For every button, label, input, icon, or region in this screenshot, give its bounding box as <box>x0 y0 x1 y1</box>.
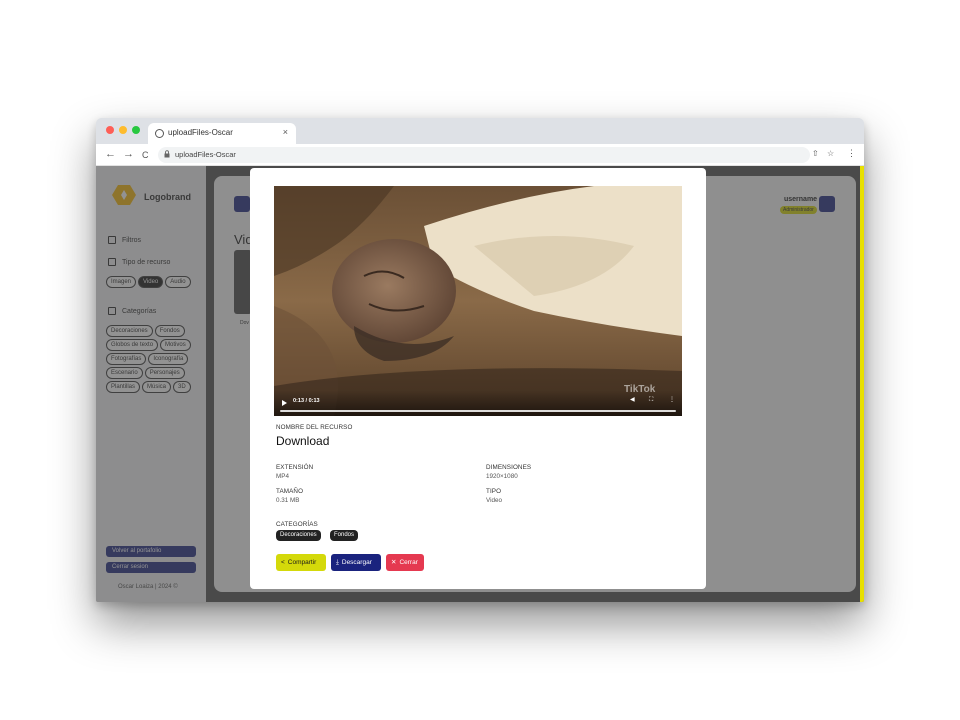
dimensions-label: DIMENSIONES <box>486 464 532 471</box>
share-button[interactable]: < Compartir <box>276 554 326 571</box>
logout-sidebar-button[interactable]: Cerrar sesion <box>106 562 196 573</box>
category-chips: Decoraciones Fondos Globos de texto Moti… <box>106 325 202 393</box>
video-controls: 0:13 / 0:13 ◀ ⛶ ⋮ <box>274 390 682 416</box>
share-page-icon[interactable]: ⇧ <box>812 149 819 159</box>
play-icon[interactable] <box>282 400 287 406</box>
download-button[interactable]: ⤓ Descargar <box>331 554 381 571</box>
resource-modal: TikTok 0:13 / 0:13 ◀ ⛶ ⋮ NOMBRE DEL RECU… <box>250 168 706 589</box>
browser-menu-icon[interactable]: ⋮ <box>847 148 856 158</box>
chip-category[interactable]: Personajes <box>144 367 185 379</box>
brand-name: Logobrand <box>144 192 191 202</box>
type-icon <box>108 258 116 266</box>
forward-icon[interactable]: → <box>123 148 134 160</box>
size-label: TAMAÑO <box>276 488 304 495</box>
dimensions-value: 1920×1080 <box>486 473 518 480</box>
back-icon[interactable]: ← <box>105 148 116 160</box>
share-icon: < <box>281 559 285 566</box>
chip-category[interactable]: Música <box>142 381 172 393</box>
window-maximize-dot[interactable] <box>132 126 140 134</box>
brand-logo-icon <box>112 185 136 205</box>
chip-category[interactable]: Escenario <box>106 367 143 379</box>
volume-icon[interactable]: ◀ <box>630 397 635 404</box>
filters-heading: Filtros <box>108 236 141 244</box>
resource-name-label: NOMBRE DEL RECURSO <box>276 424 353 431</box>
browser-tab[interactable]: uploadFiles-Oscar × <box>148 123 296 144</box>
browser-titlebar: uploadFiles-Oscar × <box>96 118 864 144</box>
page-viewport: Logobrand Filtros Tipo de recurso Imagen… <box>96 166 864 602</box>
close-button[interactable]: ✕ Cerrar <box>386 554 424 571</box>
chip-category[interactable]: Fondos <box>154 325 185 337</box>
chip-category[interactable]: Globos de texto <box>106 339 159 351</box>
video-menu-icon[interactable]: ⋮ <box>669 397 675 404</box>
chip-imagen[interactable]: Imagen <box>106 276 137 288</box>
fullscreen-icon[interactable]: ⛶ <box>649 397 653 404</box>
chip-category[interactable]: Decoraciones <box>106 325 153 337</box>
resource-name: Download <box>276 434 330 448</box>
categories-label: CATEGORÍAS <box>276 521 318 528</box>
copyright-text: Oscar Loaiza | 2024 © <box>118 584 178 590</box>
type-label: TIPO <box>486 488 502 495</box>
resource-type-heading: Tipo de recurso <box>108 258 170 266</box>
browser-toolbar: ← → C uploadFiles-Oscar ⇧ ☆ ⋮ <box>96 144 864 166</box>
lock-icon <box>164 150 170 158</box>
chip-video[interactable]: Video <box>138 276 164 288</box>
browser-window: uploadFiles-Oscar × ← → C uploadFiles-Os… <box>96 118 864 602</box>
video-frame <box>274 186 682 416</box>
resource-type-chips: Imagen Video Audio <box>106 276 202 288</box>
sidebar: Logobrand Filtros Tipo de recurso Imagen… <box>96 166 206 602</box>
video-player[interactable]: TikTok 0:13 / 0:13 ◀ ⛶ ⋮ <box>274 186 682 416</box>
category-badge: Fondos <box>330 530 359 541</box>
chip-category[interactable]: Iconografía <box>148 353 189 365</box>
chip-category[interactable]: Plantillas <box>106 381 141 393</box>
back-to-portfolio-button[interactable]: Volver al portafolio <box>106 546 196 557</box>
sliders-icon <box>108 236 116 244</box>
logout-icon-button[interactable] <box>819 196 835 212</box>
shapes-icon <box>108 307 116 315</box>
tab-title: uploadFiles-Oscar <box>168 128 233 137</box>
video-time: 0:13 / 0:13 <box>293 398 320 404</box>
video-progress-bar[interactable] <box>280 410 676 412</box>
user-role-badge: Administrador <box>780 206 817 214</box>
chip-category[interactable]: Fotografías <box>106 353 147 365</box>
window-minimize-dot[interactable] <box>119 126 127 134</box>
type-value: Video <box>486 497 502 504</box>
thumbnail-label: Dov <box>240 320 249 326</box>
download-icon: ⤓ <box>336 559 339 566</box>
chip-audio[interactable]: Audio <box>165 276 191 288</box>
bookmark-star-icon[interactable]: ☆ <box>827 149 834 159</box>
address-bar[interactable]: uploadFiles-Oscar <box>158 147 810 163</box>
category-badge: Decoraciones <box>276 530 321 541</box>
tab-close-icon[interactable]: × <box>283 127 288 137</box>
close-icon: ✕ <box>391 559 397 566</box>
window-close-dot[interactable] <box>106 126 114 134</box>
home-button[interactable] <box>234 196 250 212</box>
username-label: username <box>784 196 818 203</box>
size-value: 0.31 MB <box>276 497 300 504</box>
chip-category[interactable]: 3D <box>173 381 191 393</box>
globe-icon <box>155 129 164 138</box>
extension-label: EXTENSIÓN <box>276 464 314 471</box>
extension-value: MP4 <box>276 473 289 480</box>
chip-category[interactable]: Motivos <box>160 339 191 351</box>
categories-heading: Categorías <box>108 307 156 315</box>
url-text: uploadFiles-Oscar <box>175 150 236 159</box>
reload-icon[interactable]: C <box>142 149 149 161</box>
scrollbar-accent <box>860 166 864 602</box>
